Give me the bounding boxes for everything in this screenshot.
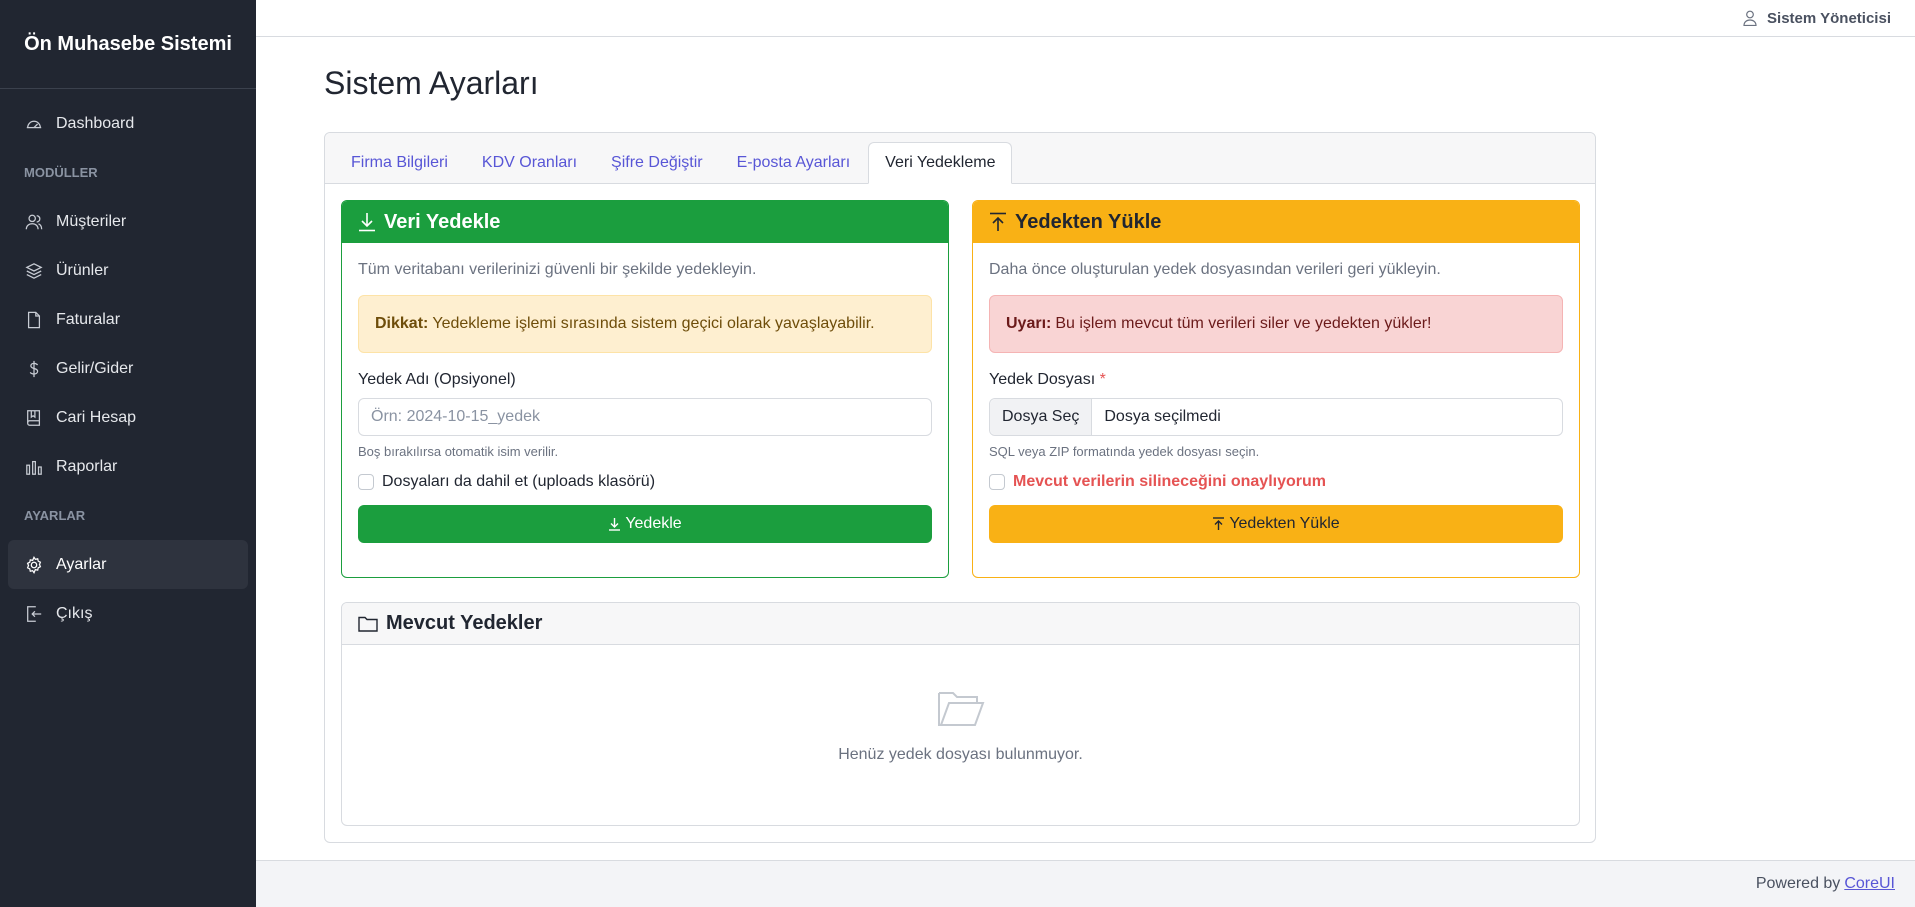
- restore-button[interactable]: Yedekten Yükle: [989, 505, 1563, 543]
- brand-title[interactable]: Ön Muhasebe Sistemi: [0, 0, 256, 89]
- backup-card-header: Veri Yedekle: [342, 201, 948, 243]
- tab-data-backup[interactable]: Veri Yedekleme: [868, 142, 1013, 184]
- backup-card: Veri Yedekle Tüm veritabanı verilerinizi…: [341, 200, 949, 578]
- file-status-text: Dosya seçilmedi: [1104, 408, 1221, 425]
- logout-icon: [24, 604, 44, 624]
- existing-backups-header: Mevcut Yedekler: [342, 603, 1579, 645]
- dollar-icon: [24, 359, 44, 379]
- user-name: Sistem Yöneticisi: [1767, 9, 1891, 27]
- backup-file-label-text: Yedek Dosyası: [989, 371, 1096, 388]
- sidebar-item-logout[interactable]: Çıkış: [8, 589, 248, 638]
- user-icon: [1743, 10, 1757, 26]
- download-icon: [608, 517, 621, 531]
- sidebar-item-label: Dashboard: [56, 114, 135, 132]
- sidebar-item-label: Çıkış: [56, 604, 93, 622]
- gear-icon: [24, 555, 44, 575]
- restore-card-header: Yedekten Yükle: [973, 201, 1579, 243]
- sidebar-item-label: Gelir/Gider: [56, 359, 134, 377]
- checkbox-box[interactable]: [358, 474, 374, 490]
- empty-state: Henüz yedek dosyası bulunmuyor.: [342, 645, 1579, 764]
- backup-button[interactable]: Yedekle: [358, 505, 932, 543]
- backup-name-input[interactable]: Örn: 2024-10-15_yedek: [358, 398, 932, 436]
- sidebar-item-label: Müşteriler: [56, 212, 127, 230]
- sidebar-item-income-expense[interactable]: Gelir/Gider: [8, 344, 248, 393]
- sidebar: Ön Muhasebe Sistemi Dashboard MODÜLLER M…: [0, 0, 256, 907]
- sidebar-item-products[interactable]: Ürünler: [8, 246, 248, 295]
- main-content: Sistem Ayarları Firma Bilgileri KDV Oran…: [256, 37, 1915, 860]
- file-icon: [24, 310, 44, 330]
- backup-card-title: Veri Yedekle: [384, 210, 501, 233]
- checkbox-label: Dosyaları da dahil et (uploads klasörü): [382, 473, 656, 490]
- backup-button-label: Yedekle: [625, 515, 682, 532]
- download-icon: [358, 212, 376, 232]
- include-files-checkbox[interactable]: Dosyaları da dahil et (uploads klasörü): [358, 473, 932, 491]
- sidebar-item-invoices[interactable]: Faturalar: [8, 295, 248, 344]
- restore-button-label: Yedekten Yükle: [1229, 515, 1340, 532]
- user-menu[interactable]: Sistem Yöneticisi: [1743, 10, 1891, 27]
- speedometer-icon: [24, 114, 44, 134]
- upload-icon: [989, 212, 1007, 232]
- sidebar-item-label: Faturalar: [56, 310, 121, 328]
- settings-card: Firma Bilgileri KDV Oranları Şifre Değiş…: [324, 132, 1596, 843]
- tab-change-password[interactable]: Şifre Değiştir: [595, 142, 719, 183]
- sidebar-item-customers[interactable]: Müşteriler: [8, 197, 248, 246]
- book-icon: [24, 408, 44, 428]
- choose-file-button[interactable]: Dosya Seç: [990, 399, 1093, 435]
- page-title: Sistem Ayarları: [324, 65, 539, 101]
- confirm-delete-checkbox[interactable]: Mevcut verilerin silineceğini onaylıyoru…: [989, 473, 1563, 491]
- checkbox-box[interactable]: [989, 474, 1005, 490]
- backup-description: Tüm veritabanı verilerinizi güvenli bir …: [358, 261, 757, 278]
- restore-danger-alert: Uyarı: Bu işlem mevcut tüm verileri sile…: [989, 295, 1563, 353]
- empty-state-text: Henüz yedek dosyası bulunmuyor.: [838, 746, 1083, 763]
- nav-section-title: MODÜLLER: [24, 165, 98, 180]
- existing-backups-card: Mevcut Yedekler Henüz yedek dosyası bulu…: [341, 602, 1580, 826]
- sidebar-item-reports[interactable]: Raporlar: [8, 442, 248, 491]
- backup-warning-alert: Dikkat: Yedekleme işlemi sırasında siste…: [358, 295, 932, 353]
- upload-icon: [1212, 517, 1225, 531]
- layers-icon: [24, 261, 44, 281]
- existing-backups-title: Mevcut Yedekler: [386, 612, 543, 634]
- sidebar-item-dashboard[interactable]: Dashboard: [8, 99, 248, 148]
- tab-company-info[interactable]: Firma Bilgileri: [335, 142, 464, 183]
- footer: Powered by CoreUI: [256, 860, 1915, 907]
- tab-email-settings[interactable]: E-posta Ayarları: [721, 142, 867, 183]
- footer-powered-text: Powered by: [1755, 875, 1841, 892]
- backup-name-help: Boş bırakılırsa otomatik isim verilir.: [358, 444, 559, 459]
- sidebar-item-label: Cari Hesap: [56, 408, 137, 426]
- alert-bold-label: Uyarı:: [1006, 315, 1052, 332]
- backup-file-label: Yedek Dosyası *: [989, 371, 1563, 389]
- sidebar-item-current-account[interactable]: Cari Hesap: [8, 393, 248, 442]
- top-header: Sistem Yöneticisi: [256, 0, 1915, 37]
- sidebar-item-label: Ürünler: [56, 261, 109, 279]
- folder-icon: [358, 615, 378, 633]
- alert-text: Bu işlem mevcut tüm verileri siler ve ye…: [1055, 315, 1432, 332]
- sidebar-item-label: Ayarlar: [56, 555, 107, 573]
- folder-open-icon: [937, 689, 985, 734]
- restore-card: Yedekten Yükle Daha önce oluşturulan yed…: [972, 200, 1580, 578]
- backup-file-help: SQL veya ZIP formatında yedek dosyası se…: [989, 444, 1260, 459]
- sidebar-nav: Dashboard MODÜLLER Müşteriler Ürünler Fa…: [0, 89, 256, 638]
- tab-vat-rates[interactable]: KDV Oranları: [466, 142, 593, 183]
- tabs-bar: Firma Bilgileri KDV Oranları Şifre Değiş…: [325, 133, 1595, 184]
- nav-section-title: AYARLAR: [24, 508, 86, 523]
- alert-bold-label: Dikkat:: [375, 315, 429, 332]
- chart-icon: [24, 457, 44, 477]
- restore-card-title: Yedekten Yükle: [1015, 210, 1162, 233]
- required-mark: *: [1099, 371, 1106, 388]
- backup-file-input[interactable]: Dosya Seç Dosya seçilmedi: [989, 398, 1563, 436]
- alert-text: Yedekleme işlemi sırasında sistem geçici…: [432, 315, 875, 332]
- restore-description: Daha önce oluşturulan yedek dosyasından …: [989, 261, 1441, 278]
- users-icon: [24, 212, 44, 232]
- sidebar-item-settings[interactable]: Ayarlar: [8, 540, 248, 589]
- checkbox-label: Mevcut verilerin silineceğini onaylıyoru…: [1013, 473, 1326, 490]
- sidebar-item-label: Raporlar: [56, 457, 118, 475]
- footer-coreui-link[interactable]: CoreUI: [1844, 875, 1895, 893]
- backup-name-label: Yedek Adı (Opsiyonel): [358, 371, 516, 388]
